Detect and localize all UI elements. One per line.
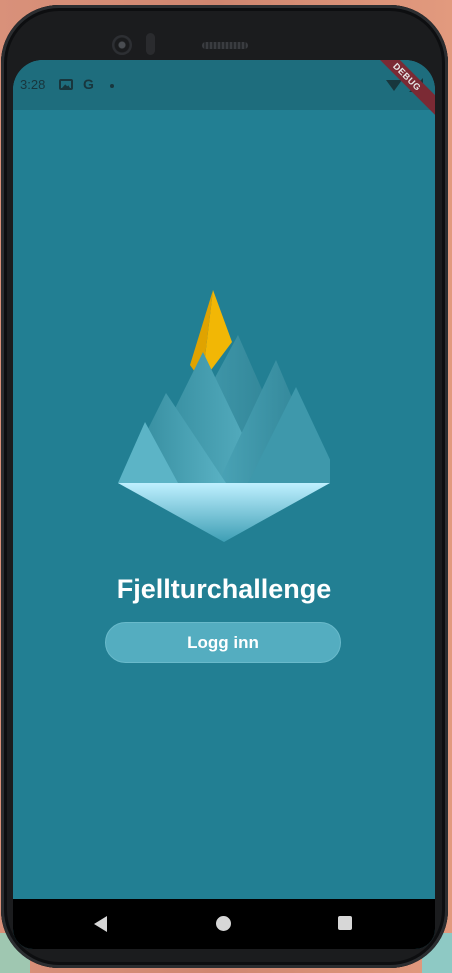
google-icon: G xyxy=(83,76,94,92)
camera-icon xyxy=(112,35,132,55)
app-title: Fjellturchallenge xyxy=(116,574,332,604)
app-screen: 3:28 G DEBUG Fjellturchallenge Logg inn xyxy=(13,60,435,949)
back-icon[interactable] xyxy=(94,916,107,932)
mountain-logo xyxy=(118,290,330,542)
navigation-bar xyxy=(13,899,435,949)
dot-icon xyxy=(110,84,114,88)
wifi-icon xyxy=(386,80,402,91)
photo-icon xyxy=(59,79,73,90)
status-bar: 3:28 G xyxy=(13,60,435,110)
home-icon[interactable] xyxy=(216,916,231,931)
sensor-icon xyxy=(146,33,155,55)
login-button[interactable]: Logg inn xyxy=(105,622,341,663)
status-time: 3:28 xyxy=(20,77,46,92)
speaker-grille xyxy=(202,42,248,49)
recents-icon[interactable] xyxy=(338,916,352,930)
